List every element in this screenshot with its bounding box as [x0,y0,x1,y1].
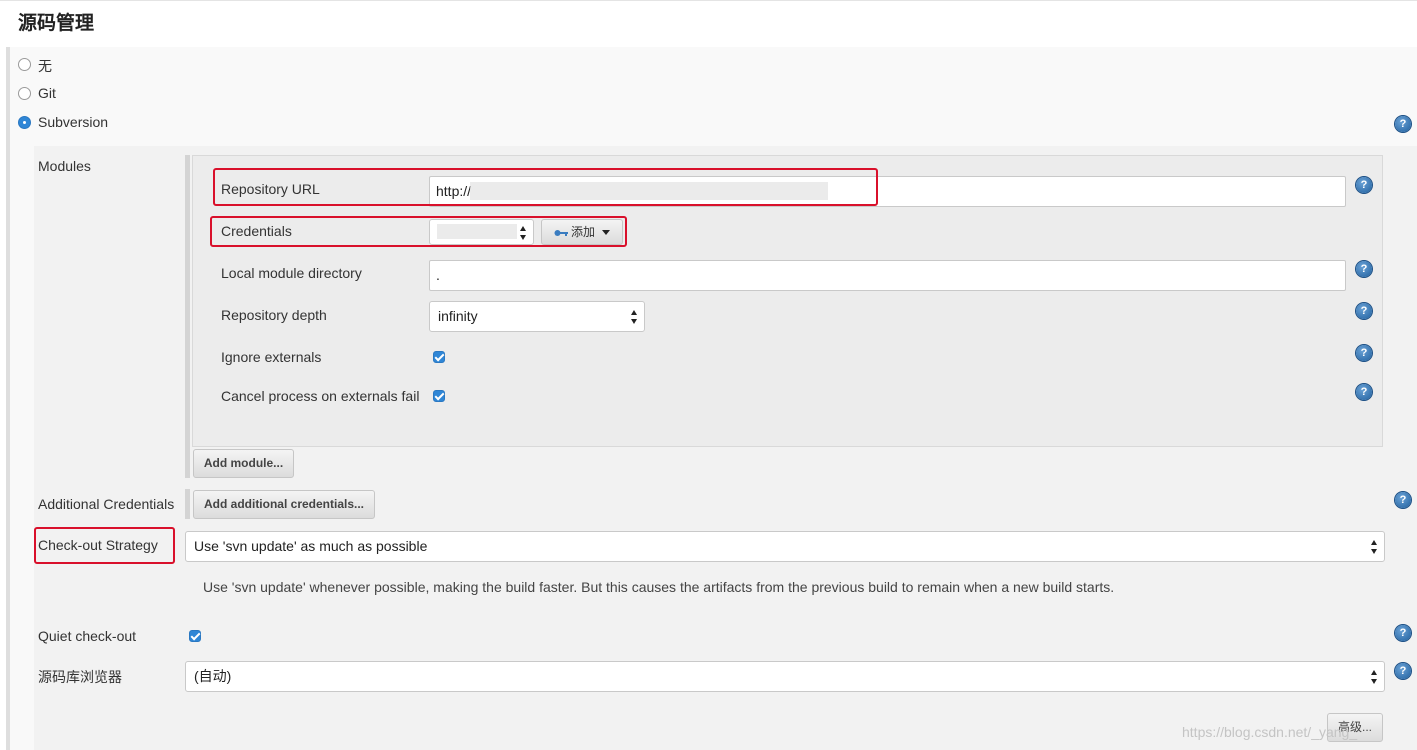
ignore-externals-label: Ignore externals [221,349,322,365]
quiet-checkout-checkbox[interactable] [189,630,201,642]
scm-radio-none-label: 无 [38,58,52,74]
help-icon[interactable]: ? [1356,384,1372,400]
repo-browser-label: 源码库浏览器 [38,669,122,685]
select-arrows-icon [1371,670,1378,684]
local-module-directory-input[interactable]: . [429,260,1346,291]
additional-credentials-label: Additional Credentials [38,496,175,512]
select-arrows-icon [1371,540,1378,554]
watermark-text: https://blog.csdn.net/_yang_ [1182,724,1358,740]
repository-depth-select[interactable]: infinity [429,301,645,332]
scm-radio-subversion[interactable] [18,116,31,129]
additional-credentials-bar [185,489,190,519]
add-module-button[interactable]: Add module... [193,449,294,478]
help-icon[interactable]: ? [1356,303,1372,319]
cancel-externals-fail-label: Cancel process on externals fail [221,388,420,404]
add-additional-credentials-button[interactable]: Add additional credentials... [193,490,375,519]
modules-label: Modules [38,158,91,174]
modules-indent-bar [185,155,190,478]
repository-depth-value: infinity [438,308,478,324]
highlight-checkout-strategy [34,527,175,564]
scm-panel-bar [6,47,10,750]
repository-depth-label: Repository depth [221,307,327,323]
quiet-checkout-label: Quiet check-out [38,628,137,644]
ignore-externals-checkbox[interactable] [433,351,445,363]
highlight-repository-url [213,168,878,206]
scm-radio-none[interactable] [18,58,31,71]
help-icon[interactable]: ? [1356,177,1372,193]
section-title: 源码管理 [18,13,95,34]
help-icon[interactable]: ? [1395,663,1411,679]
checkout-strategy-description: Use 'svn update' whenever possible, maki… [203,579,1115,595]
help-icon[interactable]: ? [1356,345,1372,361]
scm-radio-subversion-label: Subversion [38,114,109,130]
repo-browser-value: (自动) [194,668,232,684]
checkout-strategy-value: Use 'svn update' as much as possible [194,538,428,554]
help-icon[interactable]: ? [1395,116,1411,132]
help-icon[interactable]: ? [1356,261,1372,277]
local-module-directory-value: . [436,267,440,283]
select-arrows-icon [631,310,638,324]
help-icon[interactable]: ? [1395,625,1411,641]
top-divider [0,0,1417,1]
highlight-credentials [210,216,627,247]
cancel-externals-fail-checkbox[interactable] [433,390,445,402]
scm-radio-git[interactable] [18,87,31,100]
help-icon[interactable]: ? [1395,492,1411,508]
local-module-directory-label: Local module directory [221,265,362,281]
repo-browser-select[interactable]: (自动) [185,661,1385,692]
scm-radio-git-label: Git [38,85,56,101]
checkout-strategy-select[interactable]: Use 'svn update' as much as possible [185,531,1385,562]
